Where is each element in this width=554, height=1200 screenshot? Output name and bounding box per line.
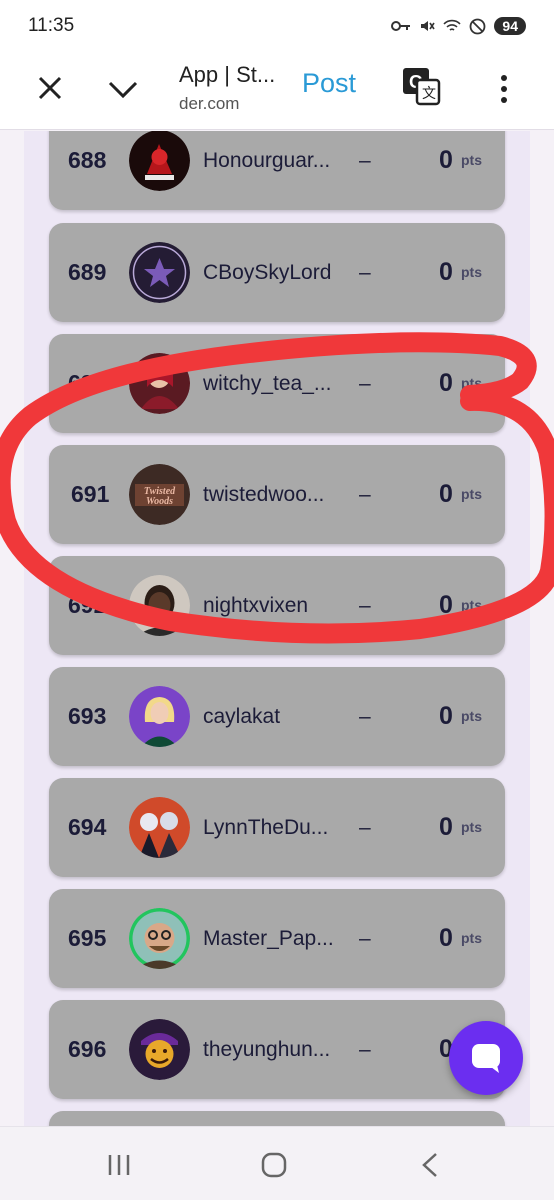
avatar — [129, 131, 190, 191]
separator-dash: – — [359, 705, 371, 728]
rank: 694 — [68, 814, 107, 840]
status-bar: 11:35 94 — [0, 0, 554, 52]
rank: 689 — [68, 259, 107, 285]
username: LynnTheDu... — [203, 816, 329, 839]
username: twistedwoo... — [203, 483, 325, 506]
separator-dash: – — [359, 149, 371, 172]
avatar: TwistedWoods — [129, 464, 190, 525]
leaderboard-row[interactable]: 692 nightxvixen – 0 pts — [49, 556, 505, 655]
points-value: 0 — [439, 146, 453, 174]
rank: 690 — [68, 370, 107, 396]
points-value: 0 — [439, 591, 453, 619]
leaderboard-row[interactable]: 694 LynnTheDu... – 0 pts — [49, 778, 505, 877]
status-icons: 94 — [391, 17, 526, 35]
leaderboard-row-partial[interactable] — [49, 1111, 505, 1126]
status-time: 11:35 — [28, 15, 75, 36]
translate-icon[interactable]: G文 — [401, 66, 441, 106]
avatar — [129, 908, 190, 969]
separator-dash: – — [359, 594, 371, 617]
points-unit: pts — [461, 597, 482, 613]
mute-icon — [421, 21, 436, 31]
post-button[interactable]: Post — [302, 68, 356, 99]
rank: 693 — [68, 703, 107, 729]
battery-indicator: 94 — [494, 17, 526, 35]
points-unit: pts — [461, 264, 482, 280]
leaderboard-content[interactable]: 688 Honourguar... – 0 pts 689 CBoySkyLor… — [0, 131, 554, 1126]
points-unit: pts — [461, 375, 482, 391]
username: nightxvixen — [203, 594, 309, 617]
username: CBoySkyLord — [203, 261, 332, 284]
separator-dash: – — [359, 927, 371, 950]
page-title: App | St... — [179, 62, 276, 87]
rank: 692 — [68, 592, 107, 618]
leaderboard-row[interactable]: 695 Master_Pap... – 0 pts — [49, 889, 505, 988]
page-url: der.com — [179, 94, 240, 113]
avatar — [129, 797, 190, 858]
svg-text:文: 文 — [422, 85, 436, 101]
points-value: 0 — [439, 924, 453, 952]
username: Master_Pap... — [203, 927, 334, 950]
username: caylakat — [203, 705, 281, 728]
back-icon[interactable] — [418, 1151, 442, 1179]
points-unit: pts — [461, 152, 482, 168]
points-value: 0 — [439, 480, 453, 508]
browser-toolbar: App | St... der.com Post G文 — [0, 52, 554, 130]
chat-icon — [472, 1044, 500, 1073]
separator-dash: – — [359, 372, 371, 395]
system-nav-bar — [0, 1126, 554, 1200]
close-icon[interactable] — [34, 72, 66, 104]
points-value: 0 — [439, 258, 453, 286]
separator-dash: – — [359, 816, 371, 839]
leaderboard-row[interactable]: 693 caylakat – 0 pts — [49, 667, 505, 766]
home-icon[interactable] — [259, 1151, 289, 1179]
username: witchy_tea_... — [203, 372, 332, 395]
rank: 696 — [68, 1036, 107, 1062]
leaderboard-row[interactable]: 696 theyunghun... – 0 pts — [49, 1000, 505, 1099]
avatar — [129, 1019, 190, 1080]
points-unit: pts — [461, 930, 482, 946]
separator-dash: – — [359, 1038, 371, 1061]
points-value: 0 — [439, 813, 453, 841]
wifi-icon — [443, 19, 462, 31]
avatar — [129, 575, 190, 636]
avatar — [129, 353, 190, 414]
rank: 691 — [71, 481, 110, 507]
rank: 688 — [68, 147, 107, 173]
points-value: 0 — [439, 369, 453, 397]
leaderboard-row[interactable]: 690 witchy_tea_... – 0 pts — [49, 334, 505, 433]
chat-button[interactable] — [449, 1021, 523, 1095]
leaderboard-row[interactable]: 689 CBoySkyLord – 0 pts — [49, 223, 505, 322]
points-unit: pts — [461, 819, 482, 835]
recents-icon[interactable] — [104, 1151, 134, 1179]
points-unit: pts — [461, 708, 482, 724]
avatar — [129, 242, 190, 303]
svg-text:Woods: Woods — [146, 496, 173, 507]
separator-dash: – — [359, 261, 371, 284]
vpn-key-icon — [391, 21, 411, 31]
points-unit: pts — [461, 486, 482, 502]
username: theyunghun... — [203, 1038, 331, 1061]
rank: 695 — [68, 925, 107, 951]
dnd-icon — [470, 18, 486, 34]
leaderboard-row[interactable]: 691 Twisted Woods twistedwoo... – 0 pts — [49, 445, 505, 544]
avatar — [129, 686, 190, 747]
leaderboard-row[interactable]: 688 Honourguar... – 0 pts — [49, 131, 505, 210]
chevron-down-icon[interactable] — [106, 74, 140, 104]
points-value: 0 — [439, 702, 453, 730]
username: Honourguar... — [203, 149, 331, 172]
more-vert-icon[interactable] — [494, 72, 514, 106]
separator-dash: – — [359, 483, 371, 506]
